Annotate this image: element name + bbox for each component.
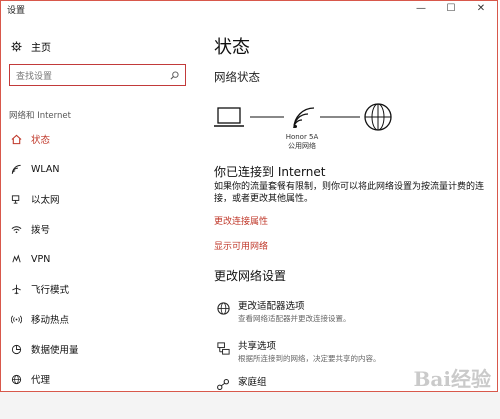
adapter-options[interactable]: 更改适配器选项 查看网络适配器并更改连接设置。 xyxy=(214,301,351,324)
search-placeholder: 查找设置 xyxy=(16,71,53,82)
taskbar xyxy=(0,392,500,419)
search-icon xyxy=(167,70,181,80)
network-type: 公用网络 xyxy=(288,142,316,150)
sidebar-item-ethernet[interactable]: 以太网 xyxy=(9,191,60,207)
laptop-icon xyxy=(214,107,244,127)
maximize-button[interactable]: ☐ xyxy=(437,1,465,17)
section-label: 网络和 Internet xyxy=(9,111,71,121)
dialup-icon xyxy=(9,224,23,235)
sharing-options[interactable]: 共享选项 根据所连接到的网络，决定要共享的内容。 xyxy=(214,341,381,364)
sidebar-item-status[interactable]: 状态 xyxy=(9,131,50,147)
main-content: 状态 网络状态 Honor 5A 公用网络 你已连接到 Internet 如果你… xyxy=(196,17,497,391)
change-connection-properties-link[interactable]: 更改连接属性 xyxy=(214,214,268,227)
gear-icon xyxy=(9,40,23,52)
data-usage-icon xyxy=(9,344,23,355)
adapter-icon xyxy=(214,301,232,319)
homegroup-title: 家庭组 xyxy=(238,377,267,388)
sharing-options-subtitle: 根据所连接到的网络，决定要共享的内容。 xyxy=(238,354,381,363)
sidebar-item-hotspot[interactable]: 移动热点 xyxy=(9,311,69,327)
wifi-icon xyxy=(9,164,23,175)
sidebar-item-wlan[interactable]: WLAN xyxy=(9,161,60,177)
sidebar-item-label: VPN xyxy=(31,253,51,265)
globe-icon xyxy=(364,103,392,131)
home-nav[interactable]: 主页 xyxy=(9,39,51,54)
show-available-networks-link[interactable]: 显示可用网络 xyxy=(214,239,268,252)
sharing-options-title: 共享选项 xyxy=(238,341,277,352)
connection-description: 如果你的流量套餐有限制，则你可以将此网络设置为按流量计费的连接，或者更改其他属性… xyxy=(214,182,485,204)
sidebar-item-vpn[interactable]: VPN xyxy=(9,251,50,267)
network-name-label: Honor 5A 公用网络 xyxy=(282,133,322,151)
wifi-signal-icon xyxy=(293,107,315,129)
adapter-options-title: 更改适配器选项 xyxy=(238,301,305,312)
globe-icon xyxy=(9,374,23,385)
sidebar-item-label: WLAN xyxy=(31,163,60,175)
hotspot-icon xyxy=(9,314,23,325)
network-diagram xyxy=(214,103,392,131)
adapter-options-subtitle: 查看网络适配器并更改连接设置。 xyxy=(238,314,351,323)
home-label: 主页 xyxy=(31,42,51,54)
settings-window: 设置 — ☐ ✕ 主页 查找设置 网络和 Internet 状态 WLAN 以太… xyxy=(0,0,498,392)
close-button[interactable]: ✕ xyxy=(467,1,495,17)
ethernet-icon xyxy=(9,194,23,205)
sidebar-item-label: 移动热点 xyxy=(31,315,70,326)
sidebar-item-airplane[interactable]: 飞行模式 xyxy=(9,281,69,297)
sidebar-item-dialup[interactable]: 拨号 xyxy=(9,221,50,237)
vpn-icon xyxy=(9,253,23,265)
sidebar: 主页 查找设置 网络和 Internet 状态 WLAN 以太网 拨号 VPN … xyxy=(1,17,196,391)
airplane-icon xyxy=(9,284,23,295)
sidebar-item-label: 代理 xyxy=(31,375,51,386)
sidebar-item-label: 以太网 xyxy=(31,195,60,206)
watermark-logo: Bai经验 xyxy=(413,367,491,391)
sharing-icon xyxy=(214,341,232,359)
sidebar-item-label: 状态 xyxy=(31,135,51,146)
change-settings-heading: 更改网络设置 xyxy=(214,269,287,283)
search-input[interactable]: 查找设置 xyxy=(9,64,186,86)
connected-heading: 你已连接到 Internet xyxy=(214,165,326,179)
sidebar-item-label: 数据使用量 xyxy=(31,345,79,356)
sidebar-item-data-usage[interactable]: 数据使用量 xyxy=(9,341,79,357)
sidebar-item-label: 拨号 xyxy=(31,225,51,236)
sidebar-item-proxy[interactable]: 代理 xyxy=(9,371,50,387)
sidebar-item-label: 飞行模式 xyxy=(31,285,70,296)
page-title: 状态 xyxy=(214,37,250,58)
minimize-button[interactable]: — xyxy=(407,1,435,17)
network-name: Honor 5A xyxy=(285,133,319,141)
home-icon xyxy=(9,134,23,145)
title-bar: 设置 — ☐ ✕ xyxy=(1,1,497,17)
network-status-heading: 网络状态 xyxy=(214,70,260,84)
window-title: 设置 xyxy=(7,6,26,16)
